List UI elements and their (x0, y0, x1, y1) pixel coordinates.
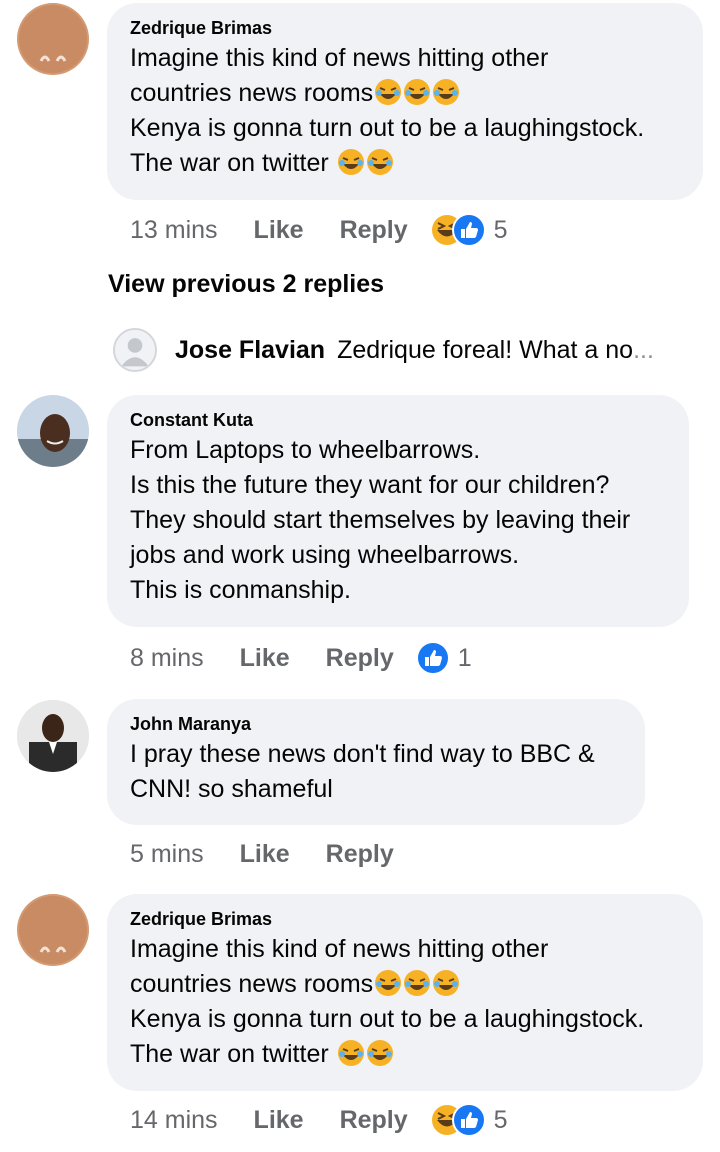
comment-meta: 13 mins Like Reply 5 (130, 212, 508, 248)
reply-button[interactable]: Reply (326, 644, 394, 673)
comment-bubble: Constant Kuta From Laptops to wheelbarro… (107, 395, 689, 627)
comment-meta: 8 mins Like Reply 1 (130, 640, 472, 676)
haha-emoji (366, 148, 394, 176)
avatar[interactable] (17, 894, 89, 966)
avatar[interactable] (17, 3, 89, 75)
default-avatar-icon (113, 328, 157, 372)
haha-emoji (337, 148, 365, 176)
comment-meta: 14 mins Like Reply 5 (130, 1102, 508, 1138)
haha-emoji (432, 78, 460, 106)
haha-emoji (366, 1039, 394, 1067)
comment-author[interactable]: Zedrique Brimas (130, 909, 680, 930)
reaction-summary[interactable]: 5 (429, 1103, 508, 1137)
comment-bubble: Zedrique Brimas Imagine this kind of new… (107, 3, 703, 200)
reply-button[interactable]: Reply (326, 840, 394, 869)
like-reaction-icon (451, 213, 486, 247)
comment-author[interactable]: Zedrique Brimas (130, 18, 680, 39)
reaction-summary[interactable]: 1 (415, 641, 472, 675)
like-button[interactable]: Like (240, 840, 290, 869)
comment-text: Imagine this kind of news hitting other c… (130, 44, 645, 177)
like-button[interactable]: Like (254, 216, 304, 245)
comment-text: From Laptops to wheelbarrows. Is this the… (130, 436, 631, 604)
reply-author[interactable]: Jose Flavian (175, 336, 325, 365)
comment-author[interactable]: Constant Kuta (130, 410, 666, 431)
like-button[interactable]: Like (240, 644, 290, 673)
like-reaction-icon (415, 641, 450, 675)
reply-button[interactable]: Reply (340, 1106, 408, 1135)
comment-text: Imagine this kind of news hitting other c… (130, 935, 645, 1068)
comment-author[interactable]: John Maranya (130, 714, 622, 735)
comment-bubble: John Maranya I pray these news don't fin… (107, 699, 645, 825)
comment-time[interactable]: 8 mins (130, 644, 204, 673)
reaction-summary[interactable]: 5 (429, 213, 508, 247)
haha-emoji (403, 969, 431, 997)
like-reaction-icon (451, 1103, 486, 1137)
reply-preview[interactable]: Jose Flavian Zedrique foreal! What a no.… (113, 326, 693, 374)
haha-emoji (374, 78, 402, 106)
truncation-ellipsis: ... (633, 335, 654, 364)
comment-time[interactable]: 14 mins (130, 1106, 218, 1135)
comment-meta: 5 mins Like Reply (130, 836, 394, 872)
comment-bubble: Zedrique Brimas Imagine this kind of new… (107, 894, 703, 1091)
reaction-count: 5 (493, 1105, 508, 1134)
haha-emoji (432, 969, 460, 997)
comment-text: I pray these news don't find way to BBC … (130, 740, 595, 803)
avatar[interactable] (17, 700, 89, 772)
view-previous-replies-link[interactable]: View previous 2 replies (108, 270, 384, 299)
reply-button[interactable]: Reply (340, 216, 408, 245)
reaction-count: 5 (493, 215, 508, 244)
comment-time[interactable]: 13 mins (130, 216, 218, 245)
haha-emoji (403, 78, 431, 106)
comment-time[interactable]: 5 mins (130, 840, 204, 869)
reply-snippet: Zedrique foreal! What a no... (337, 335, 654, 364)
haha-emoji (374, 969, 402, 997)
reaction-count: 1 (457, 643, 472, 672)
avatar[interactable] (17, 395, 89, 467)
like-button[interactable]: Like (254, 1106, 304, 1135)
haha-emoji (337, 1039, 365, 1067)
